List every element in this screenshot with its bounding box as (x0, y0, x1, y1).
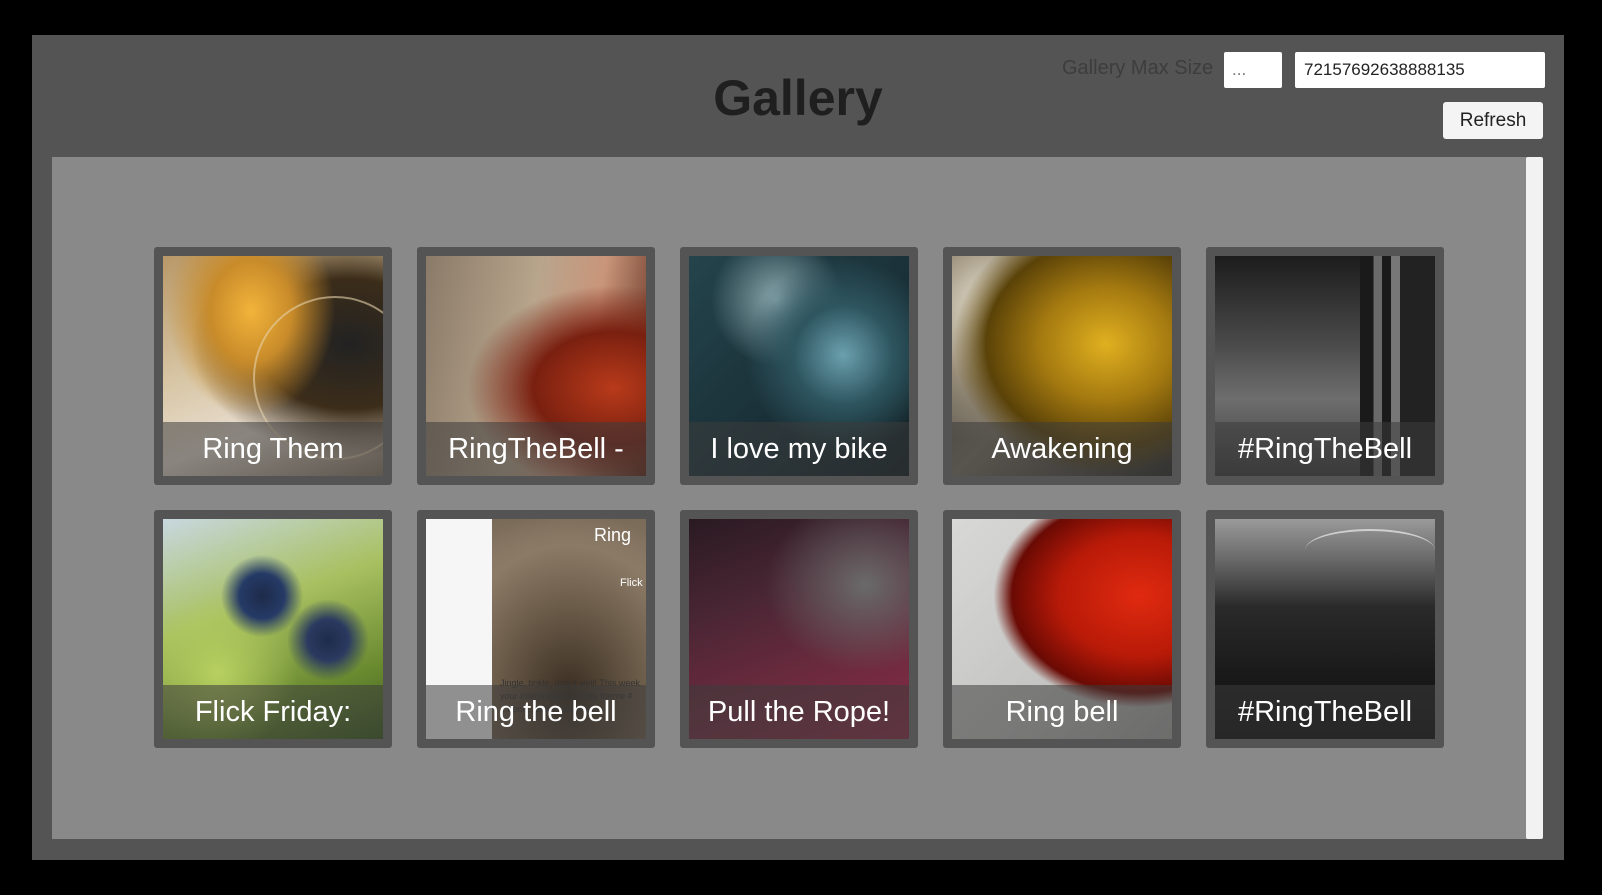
gallery-tile[interactable]: Pull the Rope! (680, 510, 918, 748)
gallery-window: Gallery Gallery Max Size Refresh Ring Th… (32, 35, 1564, 860)
gallery-tile[interactable]: Awakening (943, 247, 1181, 485)
gallery-tile[interactable]: I love my bike (680, 247, 918, 485)
gallery-thumbnail: RingTheBell - (426, 256, 646, 476)
gallery-id-input[interactable] (1295, 52, 1545, 88)
gallery-thumbnail: Awakening (952, 256, 1172, 476)
gallery-thumbnail: Pull the Rope! (689, 519, 909, 739)
gallery-tile[interactable]: Ring Flick Jingle, tinkle, ring it well!… (417, 510, 655, 748)
thumbnail-text-sub: Flick (620, 577, 643, 589)
gallery-max-size-label: Gallery Max Size (1062, 57, 1214, 79)
thumbnail-text-title: Ring (594, 525, 632, 545)
gallery-caption: #RingTheBell (1215, 685, 1435, 739)
gallery-caption: RingTheBell - (426, 422, 646, 476)
gallery-max-size-input[interactable] (1224, 52, 1282, 88)
gallery-thumbnail: Ring bell (952, 519, 1172, 739)
gallery-panel: Ring Them RingTheBell - I love my bike A… (52, 157, 1532, 839)
gallery-thumbnail: Ring Them (163, 256, 383, 476)
gallery-tile[interactable]: RingTheBell - (417, 247, 655, 485)
gallery-caption: #RingTheBell (1215, 422, 1435, 476)
gallery-caption: I love my bike (689, 422, 909, 476)
gallery-thumbnail: Ring Flick Jingle, tinkle, ring it well!… (426, 519, 646, 739)
gallery-grid: Ring Them RingTheBell - I love my bike A… (154, 247, 1444, 748)
gallery-tile[interactable]: Flick Friday: (154, 510, 392, 748)
gallery-caption: Ring Them (163, 422, 383, 476)
refresh-button[interactable]: Refresh (1443, 102, 1543, 139)
gallery-caption: Pull the Rope! (689, 685, 909, 739)
gallery-caption: Awakening (952, 422, 1172, 476)
gallery-caption: Ring the bell (426, 685, 646, 739)
gallery-tile[interactable]: Ring Them (154, 247, 392, 485)
gallery-thumbnail: #RingTheBell (1215, 256, 1435, 476)
gallery-tile[interactable]: #RingTheBell (1206, 247, 1444, 485)
gallery-thumbnail: Flick Friday: (163, 519, 383, 739)
gallery-thumbnail: #RingTheBell (1215, 519, 1435, 739)
gallery-tile[interactable]: #RingTheBell (1206, 510, 1444, 748)
vertical-scrollbar[interactable] (1526, 157, 1543, 839)
gallery-tile[interactable]: Ring bell (943, 510, 1181, 748)
gallery-caption: Ring bell (952, 685, 1172, 739)
gallery-caption: Flick Friday: (163, 685, 383, 739)
gallery-thumbnail: I love my bike (689, 256, 909, 476)
bridge-shape (1305, 529, 1435, 571)
